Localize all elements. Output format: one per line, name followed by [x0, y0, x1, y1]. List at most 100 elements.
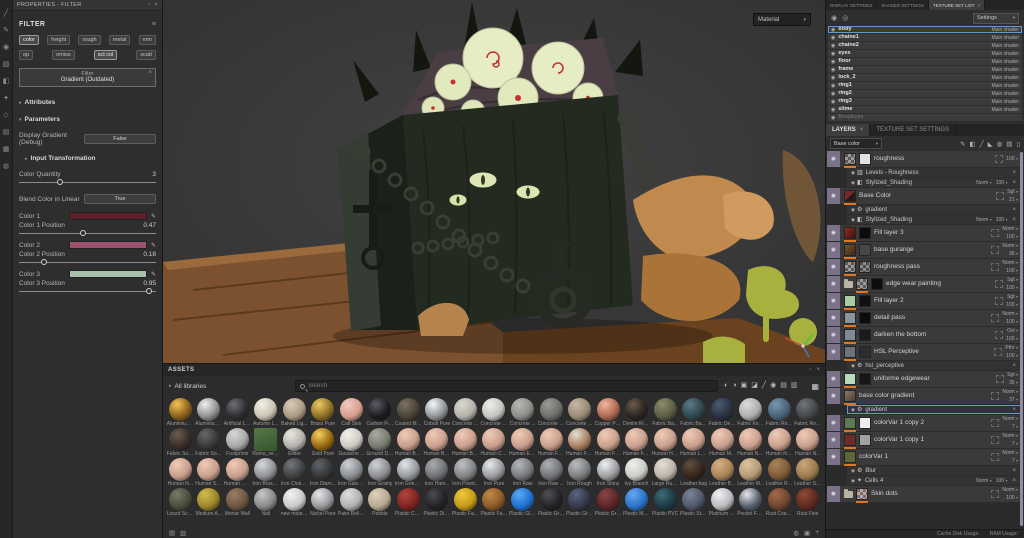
layer-visibility-toggle[interactable]: ◉: [827, 310, 840, 326]
material-item[interactable]: Concrete C...: [480, 398, 509, 428]
blend-mode-dropdown[interactable]: Norm ▾: [1002, 310, 1018, 318]
material-item[interactable]: Human Bu...: [451, 428, 480, 458]
layer-visibility-toggle[interactable]: ◉: [827, 415, 840, 431]
material-item[interactable]: Leather M...: [736, 458, 765, 488]
channel-button[interactable]: height: [47, 35, 70, 45]
texture-set-shader[interactable]: Main shader: [991, 27, 1019, 33]
blend-mode-dropdown[interactable]: Sgt ▾: [1007, 276, 1018, 284]
layer-mask-thumbnail[interactable]: [859, 295, 871, 307]
material-item[interactable]: Human Be...: [423, 428, 452, 458]
tool-icon[interactable]: ✎: [3, 27, 9, 34]
layer-row[interactable]: ◉ base gurange Norm ▾: [827, 242, 1021, 258]
material-item[interactable]: Leather So...: [793, 458, 822, 488]
texture-set-row[interactable]: ◉ slime Main shader: [828, 106, 1022, 113]
layer-row[interactable]: ◉ Base Color Sgt ▾: [827, 188, 1021, 204]
channel-button[interactable]: rough: [78, 35, 100, 45]
blend-mode-dropdown[interactable]: Norm ▾: [1002, 432, 1018, 440]
filter-resource-slot[interactable]: Filter Gradient (Outdated) ×: [19, 68, 156, 87]
close-tab-icon[interactable]: ×: [978, 3, 981, 8]
paint-visibility-icon[interactable]: ◉: [831, 14, 837, 22]
slider-knob[interactable]: [41, 259, 47, 265]
opacity-dropdown[interactable]: 7 ▾: [1012, 440, 1018, 448]
shading-mode-dropdown[interactable]: Material ▾: [753, 13, 811, 26]
input-transformation-header[interactable]: ▸ Input Transformation: [25, 155, 156, 162]
add-asset-icon[interactable]: +: [815, 529, 819, 536]
attributes-section-header[interactable]: ▸ Attributes: [19, 99, 156, 106]
panel-tab[interactable]: DISPLAY SETTINGS: [826, 0, 877, 10]
opacity-dropdown[interactable]: 37 ▾: [1009, 396, 1018, 404]
opacity-dropdown[interactable]: 100 ▾: [1006, 155, 1018, 163]
tool-icon[interactable]: ▨: [3, 61, 10, 68]
dock-panel-icon[interactable]: ▫: [809, 367, 811, 373]
layer-visibility-toggle[interactable]: ◉: [827, 327, 840, 343]
material-item[interactable]: Footprints: [223, 428, 252, 458]
material-item[interactable]: Human Ba...: [394, 428, 423, 458]
material-item[interactable]: Fabric Rou...: [765, 398, 794, 428]
opacity-dropdown[interactable]: 7 ▾: [1012, 423, 1018, 431]
blend-mode-dropdown[interactable]: Norm ▾: [976, 179, 992, 187]
layer-thumbnail[interactable]: [844, 261, 856, 273]
eye-icon[interactable]: ◉: [831, 51, 835, 57]
layer-row[interactable]: ◉ ⚙ Blur ×: [847, 466, 1021, 475]
opacity-dropdown[interactable]: 100 ▾: [1006, 494, 1018, 502]
asset-filter-icon[interactable]: ▤: [780, 382, 787, 390]
material-item[interactable]: Iron Rough: [565, 458, 594, 488]
material-item[interactable]: Iron Brush...: [252, 458, 281, 488]
viewport-3d[interactable]: Material ▾: [163, 0, 825, 363]
tool-icon[interactable]: ✦: [3, 95, 9, 102]
layer-mask-thumbnail[interactable]: [859, 244, 871, 256]
layer-thumbnail[interactable]: [844, 227, 856, 239]
material-item[interactable]: Aluminium...: [166, 398, 195, 428]
opacity-dropdown[interactable]: 100 ▾: [996, 179, 1008, 187]
blend-mode-dropdown[interactable]: Norm ▾: [1002, 242, 1018, 250]
layer-row[interactable]: ◉ darken the bottom Ovl ▾: [827, 327, 1021, 343]
effect-visibility-toggle[interactable]: ◉: [851, 407, 855, 413]
blend-mode-dropdown[interactable]: Norm ▾: [976, 477, 992, 485]
material-item[interactable]: Human M...: [708, 428, 737, 458]
material-item[interactable]: Fabric Soft...: [166, 428, 195, 458]
remove-effect-button[interactable]: ×: [1012, 207, 1016, 213]
texture-set-shader[interactable]: Main shader: [991, 51, 1019, 57]
clear-filter-icon[interactable]: ×: [148, 70, 152, 76]
close-panel-icon[interactable]: ×: [154, 2, 158, 8]
material-item[interactable]: Fabric Den...: [708, 398, 737, 428]
add-effect-icon[interactable]: ◣: [988, 140, 993, 148]
panel-tab[interactable]: TEXTURE SET LIST ×: [929, 0, 985, 10]
material-item[interactable]: Plastic Cab...: [394, 488, 423, 518]
material-item[interactable]: Plastic Grai...: [537, 488, 566, 518]
color-position-slider[interactable]: [19, 288, 156, 295]
material-item[interactable]: Human N...: [793, 428, 822, 458]
texture-set-row[interactable]: ◉ chaine1 Main shader: [828, 34, 1022, 41]
material-item[interactable]: Human N...: [166, 458, 195, 488]
texture-set-row[interactable]: ◉ ring3 Main shader: [828, 98, 1022, 105]
blend-mode-dropdown[interactable]: Sgt ▾: [1007, 188, 1018, 196]
asset-filter-icon[interactable]: ▣: [741, 382, 748, 390]
tool-icon[interactable]: ╱: [4, 10, 8, 17]
texture-set-row[interactable]: ◉ body Main shader: [828, 26, 1022, 33]
layer-visibility-toggle[interactable]: ◉: [827, 371, 840, 387]
effect-visibility-toggle[interactable]: ◉: [851, 363, 855, 369]
material-item[interactable]: Mortar Wall: [223, 488, 252, 518]
material-item[interactable]: Fabric Ba...: [651, 398, 680, 428]
material-item[interactable]: Plastic Fab...: [451, 488, 480, 518]
material-item[interactable]: Human Ne...: [765, 428, 794, 458]
material-item[interactable]: Ivy Branch: [622, 458, 651, 488]
panel-tab[interactable]: SHADER SETTINGS: [877, 0, 929, 10]
asset-search[interactable]: [295, 380, 718, 392]
material-item[interactable]: Plastic Fab...: [480, 488, 509, 518]
tab-layers[interactable]: LAYERS ×: [826, 124, 870, 136]
layer-mask-thumbnail[interactable]: [859, 312, 871, 324]
asset-filter-icon[interactable]: ╱: [762, 382, 766, 390]
material-item[interactable]: new mater...: [280, 488, 309, 518]
blend-mode-dropdown[interactable]: Norm ▾: [1002, 388, 1018, 396]
layer-mask-thumbnail[interactable]: [859, 373, 871, 385]
layer-row[interactable]: ◉ base color gradient Norm ▾: [827, 388, 1021, 404]
channel-button[interactable]: scatt: [136, 50, 156, 60]
layer-row[interactable]: ◉ Fill layer 3 Norm ▾: [827, 225, 1021, 241]
layer-visibility-toggle[interactable]: ◉: [827, 188, 840, 204]
remove-effect-button[interactable]: ×: [1012, 478, 1016, 484]
blend-mode-dropdown[interactable]: Norm ▾: [1002, 486, 1018, 494]
layer-visibility-toggle[interactable]: ◉: [827, 486, 840, 502]
search-input[interactable]: [308, 383, 713, 389]
layer-thumbnail[interactable]: [844, 190, 856, 202]
